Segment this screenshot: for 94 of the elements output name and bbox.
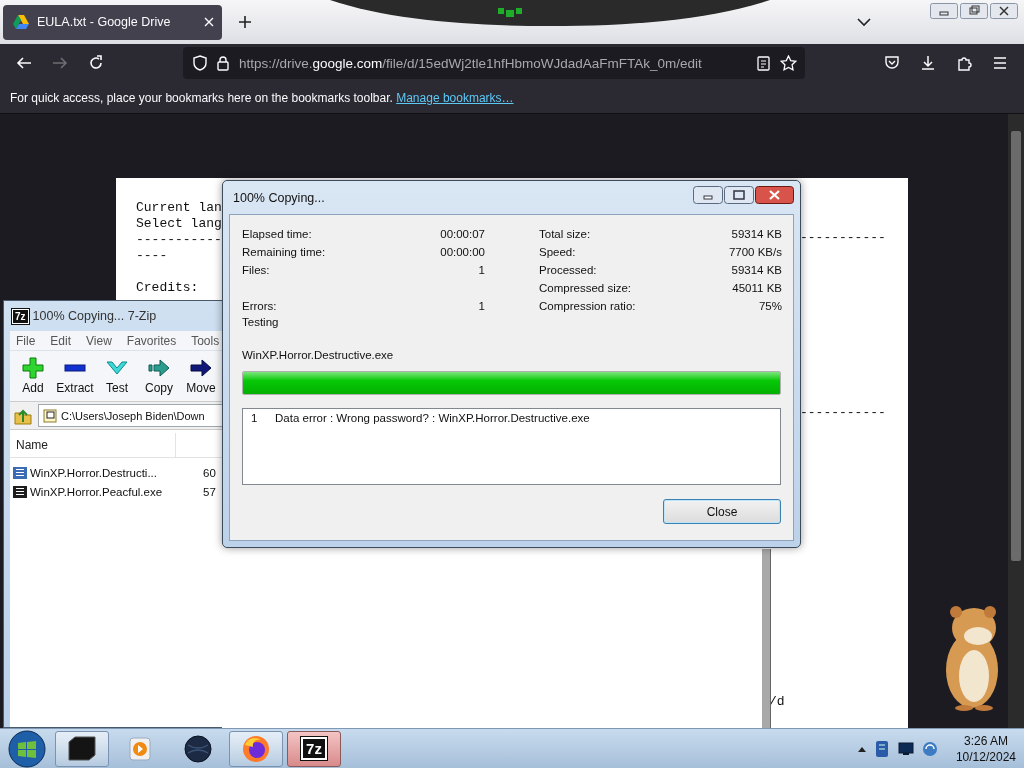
- address-field[interactable]: https://drive.google.com/file/d/15edWj2tle1hfHbmoWJdadAaFmFTAk_0m/edit: [183, 47, 805, 79]
- minimize-button[interactable]: [693, 185, 723, 204]
- firefox-icon: [242, 734, 270, 763]
- stat-label: Files:: [242, 264, 270, 276]
- path-field[interactable]: C:\Users\Joseph Biden\Down: [38, 404, 222, 427]
- window-title: 100% Copying...: [233, 190, 325, 205]
- file-name: WinXP.Horror.Destructive.exe: [242, 349, 394, 361]
- menu-item[interactable]: View: [86, 333, 112, 348]
- bookmarks-hint: For quick access, place your bookmarks here on the bookmarks toolbar. Manage bookmarks…: [10, 90, 514, 105]
- manage-bookmarks-link[interactable]: Manage bookmarks…: [396, 90, 514, 105]
- scrollbar-thumb[interactable]: [1011, 131, 1021, 561]
- stat-label: Speed:: [539, 246, 576, 258]
- clock-date: 10/12/2024: [955, 748, 1016, 765]
- lock-icon: [217, 55, 229, 71]
- taskbar-button[interactable]: [55, 730, 109, 767]
- tab-title: EULA.txt - Google Drive: [37, 15, 172, 29]
- document-text: /d: [769, 694, 785, 710]
- reader-icon[interactable]: [757, 55, 770, 71]
- close-button[interactable]: Close: [663, 499, 781, 524]
- plus-icon: [22, 357, 44, 379]
- document-text: -----------: [800, 405, 886, 421]
- status-text: Testing: [242, 316, 279, 328]
- menu-item[interactable]: File: [16, 333, 36, 348]
- menu-item[interactable]: Favorites: [126, 333, 177, 348]
- star-icon[interactable]: [780, 55, 797, 71]
- new-tab-icon[interactable]: [238, 15, 252, 29]
- app-logo: 7z: [12, 308, 29, 324]
- minimize-button[interactable]: [930, 3, 958, 19]
- play-icon: [129, 736, 151, 761]
- menu-icon[interactable]: [992, 55, 1008, 71]
- taskbar-button[interactable]: [229, 730, 283, 767]
- document-text: Select lang: [136, 216, 222, 232]
- shield-icon: [193, 55, 207, 71]
- stat-value: 00:00:00: [440, 246, 485, 258]
- chevron-down-icon[interactable]: [857, 18, 871, 27]
- document-text: Current lan: [136, 200, 222, 216]
- close-button[interactable]: [990, 3, 1018, 19]
- menu-item[interactable]: Edit: [50, 333, 72, 348]
- browser-tab[interactable]: EULA.txt - Google Drive: [3, 4, 222, 40]
- maximize-button[interactable]: [724, 185, 754, 204]
- taskbar-button[interactable]: 7z: [287, 730, 341, 767]
- pocket-icon[interactable]: [884, 55, 900, 71]
- drive-icon: [13, 15, 29, 29]
- document-text: -----------: [800, 230, 886, 246]
- table-cell-text: 57: [202, 485, 216, 498]
- window-title: 100% Copying... 7-Zip: [32, 309, 157, 323]
- toolbar-button[interactable]: Copy: [140, 353, 178, 399]
- stat-value: 59314 KB: [731, 228, 782, 240]
- stat-label: Total size:: [539, 228, 591, 240]
- stat-value: 1: [478, 264, 485, 276]
- document-text: ----: [136, 248, 168, 264]
- clock[interactable]: 3:26 AM 10/12/2024: [955, 732, 1016, 765]
- file-name: WinXP.Horror.Destructi...: [30, 466, 157, 479]
- stat-label: Processed:: [539, 264, 597, 276]
- start-button[interactable]: [7, 729, 47, 768]
- toolbar-button[interactable]: Extract: [56, 353, 94, 399]
- toolbar-button[interactable]: Move: [182, 353, 220, 399]
- arrow-right-icon: [190, 357, 212, 379]
- app-logo: 7z: [301, 737, 327, 760]
- globe-icon: [184, 734, 212, 763]
- stat-value: 45011 KB: [732, 282, 782, 294]
- clock-time: 3:26 AM: [963, 732, 1008, 749]
- message-text: Data error : Wrong password? : WinXP.Horror.Destructive.exe: [275, 412, 590, 424]
- stat-value: 7700 KB/s: [728, 246, 782, 258]
- back-icon[interactable]: [16, 55, 32, 71]
- column-header[interactable]: Name: [10, 433, 176, 457]
- chevron-up-icon[interactable]: [857, 745, 866, 752]
- document-text: Credits:: [136, 280, 199, 296]
- stat-label: Errors:: [242, 300, 277, 312]
- network-icon[interactable]: [921, 740, 938, 757]
- menu-item[interactable]: Tools: [191, 333, 220, 348]
- file-name: WinXP.Horror.Peacful.exe: [30, 485, 163, 498]
- stat-label: Remaining time:: [242, 246, 326, 258]
- reload-icon[interactable]: [88, 55, 104, 71]
- stat-value: 59314 KB: [731, 264, 782, 276]
- stat-value: 75%: [758, 300, 782, 312]
- toolbar-button[interactable]: Test: [98, 353, 136, 399]
- download-icon[interactable]: [920, 55, 936, 71]
- close-icon[interactable]: [204, 17, 214, 27]
- document-text: -----------: [136, 232, 222, 248]
- message-number: 1: [251, 412, 259, 424]
- close-button[interactable]: [755, 185, 794, 204]
- archive-icon: [43, 408, 57, 423]
- stat-label: Elapsed time:: [242, 228, 312, 240]
- stat-label: Compression ratio:: [539, 300, 636, 312]
- restore-button[interactable]: [960, 3, 988, 19]
- table-cell-text: 60: [202, 466, 216, 479]
- stat-label: Compressed size:: [539, 282, 632, 294]
- arrow-right-icon: [148, 357, 170, 379]
- toolbar-button[interactable]: Add: [14, 353, 52, 399]
- stat-value: 00:00:07: [440, 228, 485, 240]
- puzzle-icon[interactable]: [956, 55, 972, 71]
- stat-value: 1: [478, 300, 485, 312]
- notes-icon[interactable]: [873, 739, 890, 758]
